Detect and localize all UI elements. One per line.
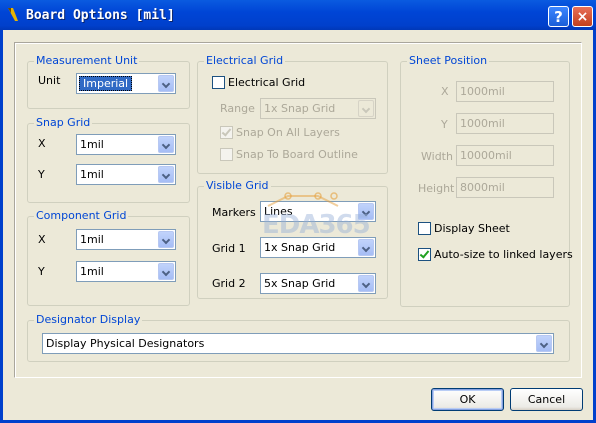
electrical-grid-checkbox[interactable] xyxy=(212,76,225,89)
designator-display-title: Designator Display xyxy=(34,313,143,326)
display-sheet-checkbox[interactable] xyxy=(418,222,431,235)
markers-label: Markers xyxy=(212,206,256,219)
snap-all-layers-label: Snap On All Layers xyxy=(236,126,340,139)
component-grid-group: Component Grid X 1mil Y 1mil xyxy=(27,209,190,306)
sheet-position-group: Sheet Position X 1000mil Y 1000mil Width… xyxy=(400,54,573,307)
snap-grid-title: Snap Grid xyxy=(34,116,93,129)
chevron-down-icon[interactable] xyxy=(158,263,174,280)
snap-grid-group: Snap Grid X 1mil Y 1mil xyxy=(27,116,190,203)
markers-select[interactable]: Lines xyxy=(260,201,376,222)
sheet-y-input[interactable]: 1000mil xyxy=(456,113,554,134)
chevron-down-icon[interactable] xyxy=(536,335,552,352)
visible-grid-group: Visible Grid Markers Lines Grid 1 1x Sna… xyxy=(197,179,388,299)
cancel-button[interactable]: Cancel xyxy=(510,388,583,411)
sheet-width-input[interactable]: 10000mil xyxy=(456,145,554,166)
grid1-label: Grid 1 xyxy=(212,242,246,255)
help-button[interactable]: ? xyxy=(548,6,569,27)
electrical-grid-label: Electrical Grid xyxy=(228,76,306,89)
unit-label: Unit xyxy=(38,74,61,87)
component-x-select[interactable]: 1mil xyxy=(76,229,176,250)
snap-y-value: 1mil xyxy=(80,168,104,181)
snap-y-select[interactable]: 1mil xyxy=(76,164,176,185)
sheet-y-value: 1000mil xyxy=(460,117,505,130)
electrical-grid-group: Electrical Grid Electrical Grid Range 1x… xyxy=(197,54,388,174)
sheet-height-value: 8000mil xyxy=(460,181,505,194)
measurement-unit-title: Measurement Unit xyxy=(34,54,140,67)
unit-select[interactable]: Imperial xyxy=(76,73,176,94)
grid2-select[interactable]: 5x Snap Grid xyxy=(260,273,376,294)
visible-grid-title: Visible Grid xyxy=(204,179,271,192)
snap-board-outline-checkbox[interactable] xyxy=(220,148,233,161)
chevron-down-icon[interactable] xyxy=(358,275,374,292)
range-select[interactable]: 1x Snap Grid xyxy=(260,98,376,119)
title-bar[interactable]: Board Options [mil] ? × xyxy=(0,0,596,30)
sheet-height-input[interactable]: 8000mil xyxy=(456,177,554,198)
unit-value: Imperial xyxy=(79,76,133,91)
auto-size-checkbox[interactable] xyxy=(418,248,431,261)
chevron-down-icon[interactable] xyxy=(158,166,174,183)
grid2-label: Grid 2 xyxy=(212,277,246,290)
snap-board-outline-label: Snap To Board Outline xyxy=(236,148,358,161)
chevron-down-icon[interactable] xyxy=(158,231,174,248)
ok-button[interactable]: OK xyxy=(431,388,504,411)
range-label: Range xyxy=(220,102,255,115)
options-panel: Measurement Unit Unit Imperial Snap Grid… xyxy=(14,42,582,378)
sheet-width-label: Width xyxy=(421,150,453,163)
grid1-select[interactable]: 1x Snap Grid xyxy=(260,237,376,258)
component-y-select[interactable]: 1mil xyxy=(76,261,176,282)
markers-value: Lines xyxy=(264,205,293,218)
sheet-position-title: Sheet Position xyxy=(407,54,490,67)
app-logo-icon xyxy=(8,8,18,21)
sheet-x-input[interactable]: 1000mil xyxy=(456,81,554,102)
chevron-down-icon[interactable] xyxy=(358,203,374,220)
chevron-down-icon[interactable] xyxy=(158,75,174,92)
designator-display-value: Display Physical Designators xyxy=(46,337,205,350)
chevron-down-icon[interactable] xyxy=(158,136,174,153)
snap-x-label: X xyxy=(38,137,46,150)
chevron-down-icon[interactable] xyxy=(358,100,374,117)
range-value: 1x Snap Grid xyxy=(264,102,336,115)
component-y-label: Y xyxy=(38,265,45,278)
close-button[interactable]: × xyxy=(572,6,593,27)
snap-all-layers-checkbox[interactable] xyxy=(220,126,233,139)
window-title: Board Options [mil] xyxy=(26,8,175,23)
sheet-height-label: Height xyxy=(418,182,455,195)
designator-display-group: Designator Display Display Physical Desi… xyxy=(27,313,570,362)
auto-size-label: Auto-size to linked layers xyxy=(434,248,573,261)
designator-display-select[interactable]: Display Physical Designators xyxy=(42,333,554,354)
sheet-x-label: X xyxy=(441,85,449,98)
snap-y-label: Y xyxy=(38,168,45,181)
component-x-label: X xyxy=(38,233,46,246)
window-frame-left xyxy=(0,30,3,423)
sheet-y-label: Y xyxy=(441,118,448,131)
component-y-value: 1mil xyxy=(80,265,104,278)
component-x-value: 1mil xyxy=(80,233,104,246)
snap-x-value: 1mil xyxy=(80,138,104,151)
electrical-grid-title: Electrical Grid xyxy=(204,54,286,67)
grid1-value: 1x Snap Grid xyxy=(264,241,336,254)
snap-x-select[interactable]: 1mil xyxy=(76,134,176,155)
sheet-width-value: 10000mil xyxy=(460,149,512,162)
sheet-x-value: 1000mil xyxy=(460,85,505,98)
measurement-unit-group: Measurement Unit Unit Imperial xyxy=(27,54,190,109)
chevron-down-icon[interactable] xyxy=(358,239,374,256)
component-grid-title: Component Grid xyxy=(34,209,129,222)
grid2-value: 5x Snap Grid xyxy=(264,277,336,290)
display-sheet-label: Display Sheet xyxy=(434,222,510,235)
